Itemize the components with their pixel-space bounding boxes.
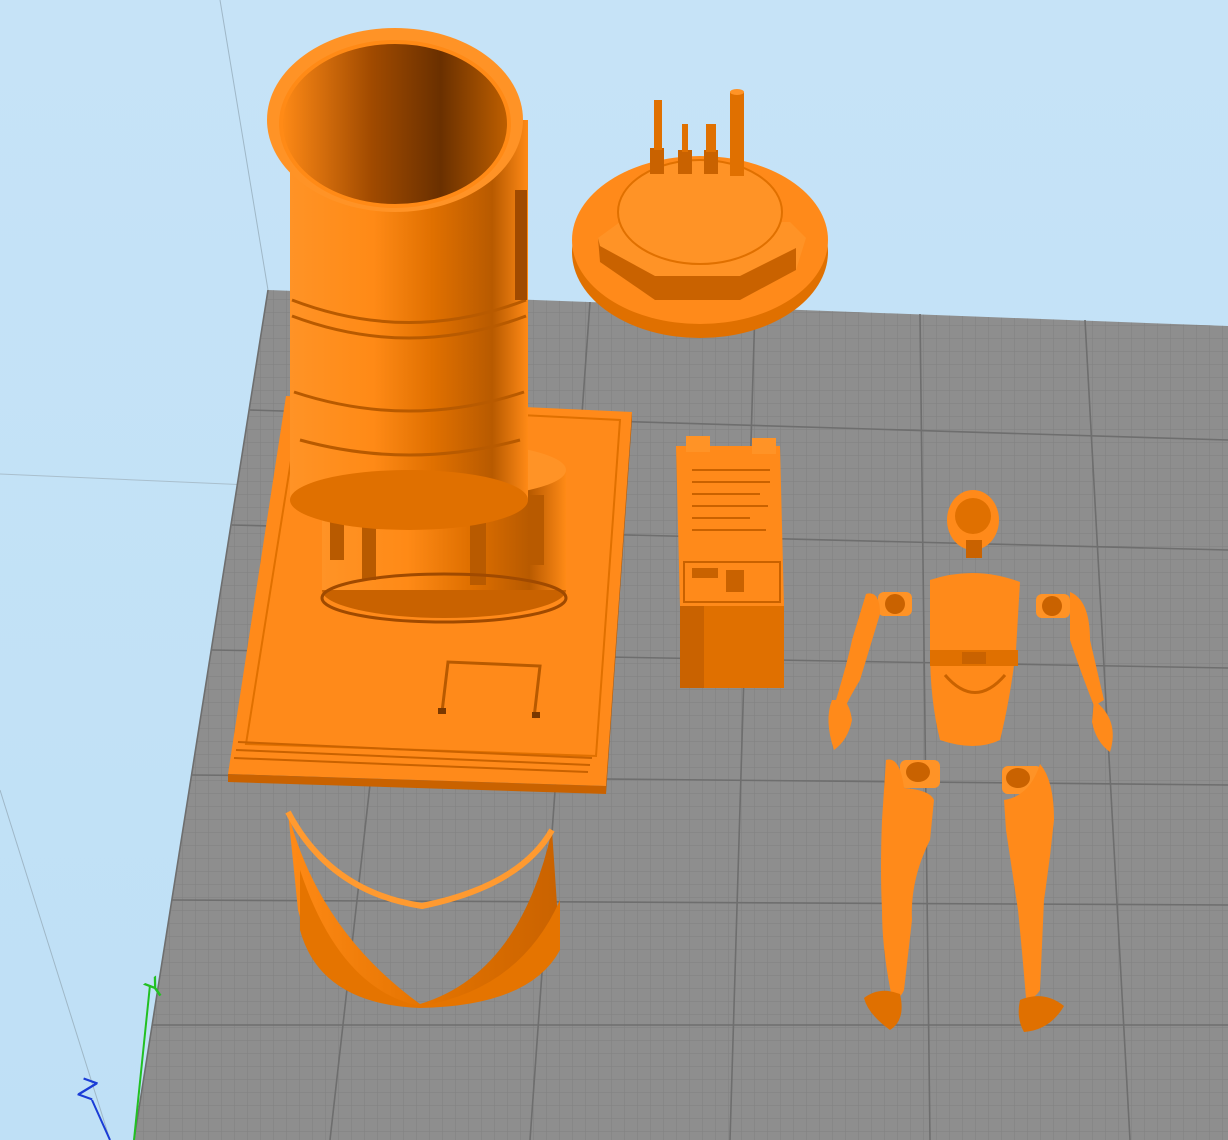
z-axis-label: Z xyxy=(74,1073,101,1107)
round-disc-base-with-pins[interactable] xyxy=(572,89,828,338)
3d-viewport[interactable]: Y Z xyxy=(0,0,1228,1140)
control-panel-box[interactable] xyxy=(676,436,784,688)
